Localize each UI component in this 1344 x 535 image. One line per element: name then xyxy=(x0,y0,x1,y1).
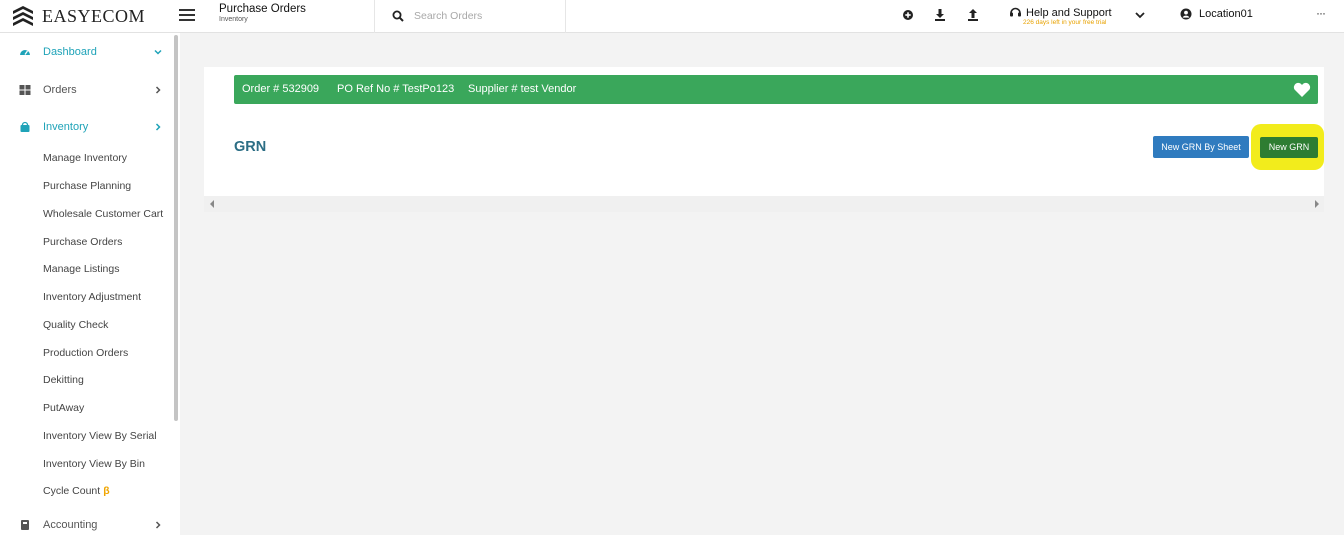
location-selector[interactable]: Location01 xyxy=(1180,8,1253,20)
ledger-icon xyxy=(21,520,29,530)
trial-notice: 226 days left in your free trial xyxy=(1023,19,1107,26)
page-subtitle: Inventory xyxy=(219,16,248,23)
sidebar-item-label: Dashboard xyxy=(43,46,97,58)
dashboard-icon xyxy=(20,50,30,55)
menu-toggle-icon[interactable] xyxy=(179,9,195,21)
logo-text: EASYECOM xyxy=(42,5,146,26)
supplier-name: Supplier # test Vendor xyxy=(468,83,577,95)
beta-badge: β xyxy=(103,485,110,497)
user-circle-icon xyxy=(1180,8,1192,20)
horizontal-scrollbar[interactable] xyxy=(204,196,1324,212)
page-breadcrumb: Purchase Orders Inventory xyxy=(219,3,306,23)
chevron-right-icon xyxy=(155,86,161,94)
location-label: Location01 xyxy=(1199,8,1253,20)
scroll-left-icon[interactable] xyxy=(209,200,215,208)
scroll-right-icon[interactable] xyxy=(1314,200,1320,208)
grid-icon xyxy=(19,85,31,95)
sidebar-subitem-manage-inventory[interactable]: Manage Inventory xyxy=(43,152,127,164)
sidebar-subitem-cycle-count[interactable]: Cycle Count β xyxy=(43,485,110,497)
sidebar-subitem-wholesale-customer-cart[interactable]: Wholesale Customer Cart xyxy=(43,208,163,220)
sidebar-subitem-dekitting[interactable]: Dekitting xyxy=(43,374,84,386)
upload-icon[interactable] xyxy=(966,8,980,22)
logo[interactable]: EASYECOM xyxy=(12,4,145,28)
sidebar-subitem-quality-check[interactable]: Quality Check xyxy=(43,319,108,331)
sidebar-item-accounting[interactable]: Accounting xyxy=(0,514,172,535)
page-title: Purchase Orders xyxy=(219,3,306,15)
chevron-down-icon xyxy=(154,49,162,55)
chevron-right-icon xyxy=(155,123,161,131)
sidebar-subitem-inventory-view-by-serial[interactable]: Inventory View By Serial xyxy=(43,430,157,442)
sidebar-item-label: Inventory xyxy=(43,121,89,133)
logo-mark-icon xyxy=(13,6,33,26)
more-options-icon[interactable]: ··· xyxy=(1316,6,1326,20)
sidebar-subitem-purchase-planning[interactable]: Purchase Planning xyxy=(43,180,131,192)
sidebar-subitem-purchase-orders[interactable]: Purchase Orders xyxy=(43,236,122,248)
help-label: Help and Support xyxy=(1026,6,1112,19)
sidebar-scrollbar[interactable] xyxy=(174,35,178,421)
header-divider xyxy=(565,0,566,33)
search-icon xyxy=(392,10,404,22)
sidebar-subitem-manage-listings[interactable]: Manage Listings xyxy=(43,263,119,275)
header-divider xyxy=(374,0,375,33)
po-ref-number: PO Ref No # TestPo123 xyxy=(337,83,455,95)
grn-section-title: GRN xyxy=(234,139,267,155)
sidebar-item-orders[interactable]: Orders xyxy=(0,79,172,101)
help-and-support[interactable]: Help and Support 226 days left in your f… xyxy=(1009,6,1112,26)
search-orders-input[interactable] xyxy=(414,8,554,24)
order-number: Order # 532909 xyxy=(242,83,320,95)
sidebar-item-label: Orders xyxy=(43,84,77,96)
sidebar-subitem-putaway[interactable]: PutAway xyxy=(43,402,84,414)
add-circle-icon[interactable] xyxy=(901,8,915,22)
sidebar-item-label: Accounting xyxy=(43,519,98,531)
sidebar-subitem-label: Cycle Count xyxy=(43,485,101,497)
sidebar-item-inventory[interactable]: Inventory xyxy=(0,116,172,138)
headset-icon xyxy=(1010,7,1021,17)
order-summary-bar[interactable]: Order # 532909 PO Ref No # TestPo123 Sup… xyxy=(234,75,1318,104)
sidebar: Dashboard Orders Inventory Manage Invent… xyxy=(0,33,180,535)
sidebar-subitem-production-orders[interactable]: Production Orders xyxy=(43,347,128,359)
download-icon[interactable] xyxy=(933,8,947,22)
new-grn-button[interactable]: New GRN xyxy=(1260,137,1318,158)
sidebar-subitem-inventory-view-by-bin[interactable]: Inventory View By Bin xyxy=(43,458,145,470)
collapse-toggle-icon[interactable] xyxy=(1293,82,1311,98)
chevron-down-icon[interactable] xyxy=(1134,9,1146,21)
new-grn-by-sheet-button[interactable]: New GRN By Sheet xyxy=(1153,136,1249,158)
top-header: EASYECOM Purchase Orders Inventory Searc… xyxy=(0,0,1344,33)
sidebar-item-dashboard[interactable]: Dashboard xyxy=(0,41,172,63)
sidebar-subitem-inventory-adjustment[interactable]: Inventory Adjustment xyxy=(43,291,141,303)
bag-icon xyxy=(20,121,30,132)
chevron-right-icon xyxy=(155,521,161,529)
